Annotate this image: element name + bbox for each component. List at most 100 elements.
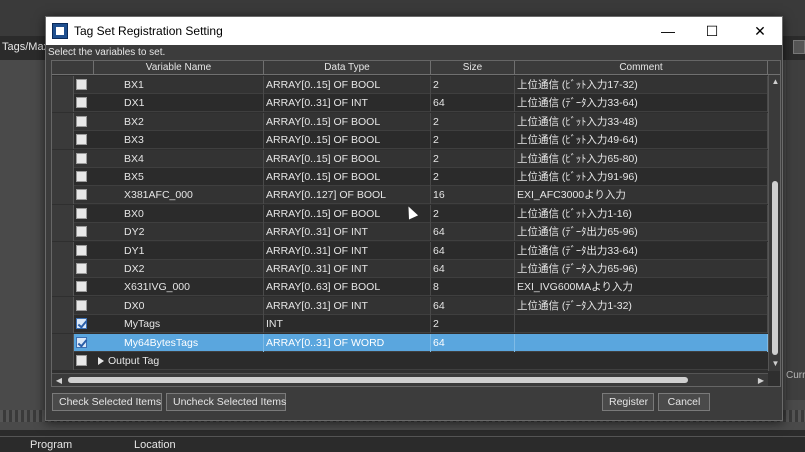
row-checkbox[interactable] xyxy=(76,189,87,201)
cell-size: 2 xyxy=(431,168,515,186)
row-selector[interactable] xyxy=(52,112,74,131)
cell-data-type: ARRAY[0..31] OF INT xyxy=(264,296,431,315)
row-checkbox[interactable] xyxy=(76,207,87,219)
row-checkbox[interactable] xyxy=(76,299,87,311)
row-checkbox[interactable] xyxy=(76,226,87,238)
cell-size: 2 xyxy=(431,315,515,334)
header-size[interactable]: Size xyxy=(431,61,515,75)
cell-size: 64 xyxy=(431,333,515,352)
background-button[interactable] xyxy=(793,40,805,54)
cell-data-type: ARRAY[0..15] OF BOOL xyxy=(264,168,431,186)
header-variable-name[interactable]: Variable Name xyxy=(94,61,264,75)
cell-comment: 上位通信 (ﾃﾞｰﾀ入力33-64) xyxy=(515,94,768,113)
row-selector[interactable] xyxy=(52,315,74,334)
maximize-button[interactable]: ☐ xyxy=(690,17,734,45)
group-row-output-tag[interactable]: Output Tag xyxy=(52,352,768,370)
row-checkbox[interactable] xyxy=(76,263,87,274)
table-row[interactable]: BX3 ARRAY[0..15] OF BOOL 2 上位通信 (ﾋﾞｯﾄ入力49-6… xyxy=(52,131,768,150)
vertical-scrollbar[interactable]: ▲ ▼ xyxy=(768,75,780,371)
row-checkbox[interactable] xyxy=(76,244,87,256)
table-row[interactable]: BX5 ARRAY[0..15] OF BOOL 2 上位通信 (ﾋﾞｯﾄ入力91-9… xyxy=(52,168,768,186)
background-status-bar: Program Location xyxy=(0,436,805,452)
cell-size: 16 xyxy=(431,186,515,205)
tag-set-registration-dialog: Tag Set Registration Setting — ☐ ✕ Selec… xyxy=(45,16,783,421)
register-button[interactable]: Register xyxy=(602,393,654,411)
expand-arrow-icon[interactable] xyxy=(98,357,104,365)
cell-comment: 上位通信 (ﾋﾞｯﾄ入力65-80) xyxy=(515,149,768,168)
row-selector[interactable] xyxy=(52,241,74,260)
cell-data-type: ARRAY[0..15] OF BOOL xyxy=(264,76,431,94)
row-selector[interactable] xyxy=(52,94,74,113)
row-selector[interactable] xyxy=(52,223,74,242)
header-comment[interactable]: Comment xyxy=(515,61,768,75)
cell-comment: 上位通信 (ﾃﾞｰﾀ入力1-32) xyxy=(515,296,768,315)
table-row[interactable]: MyTags INT 2 xyxy=(52,315,768,334)
row-selector[interactable] xyxy=(52,168,74,186)
row-selector[interactable] xyxy=(52,296,74,315)
group-checkbox[interactable] xyxy=(76,355,87,366)
cell-data-type: ARRAY[0..63] OF BOOL xyxy=(264,278,431,297)
cell-comment: 上位通信 (ﾋﾞｯﾄ入力91-96) xyxy=(515,168,768,186)
cell-data-type: ARRAY[0..31] OF INT xyxy=(264,260,431,278)
row-checkbox[interactable] xyxy=(76,115,87,127)
scroll-down-icon[interactable]: ▼ xyxy=(769,357,780,371)
cell-variable-name: BX0 xyxy=(94,204,264,223)
horizontal-scroll-thumb[interactable] xyxy=(68,377,688,383)
cell-data-type: INT xyxy=(264,315,431,334)
vertical-scroll-thumb[interactable] xyxy=(772,181,778,355)
row-checkbox[interactable] xyxy=(76,171,87,182)
table-row[interactable]: BX2 ARRAY[0..15] OF BOOL 2 上位通信 (ﾋﾞｯﾄ入力33-4… xyxy=(52,112,768,131)
row-checkbox[interactable] xyxy=(76,134,87,146)
row-checkbox[interactable] xyxy=(76,79,87,90)
cell-size: 2 xyxy=(431,76,515,94)
scroll-left-icon[interactable]: ◀ xyxy=(52,374,66,386)
cell-variable-name: DX2 xyxy=(94,260,264,278)
minimize-button[interactable]: — xyxy=(646,17,690,45)
cell-size: 2 xyxy=(431,112,515,131)
dialog-titlebar[interactable]: Tag Set Registration Setting — ☐ ✕ xyxy=(46,17,782,45)
table-row[interactable]: BX1 ARRAY[0..15] OF BOOL 2 上位通信 (ﾋﾞｯﾄ入力17-3… xyxy=(52,76,768,94)
check-selected-items-button[interactable]: Check Selected Items xyxy=(52,393,162,411)
table-row[interactable]: X631IVG_000 ARRAY[0..63] OF BOOL 8 EXI_IVG6… xyxy=(52,278,768,297)
header-data-type[interactable]: Data Type xyxy=(264,61,431,75)
table-row[interactable]: DX2 ARRAY[0..31] OF INT 64 上位通信 (ﾃﾞｰﾀ入力65-9… xyxy=(52,260,768,278)
table-row[interactable]: DY1 ARRAY[0..31] OF INT 64 上位通信 (ﾃﾞｰﾀ出力33-6… xyxy=(52,241,768,260)
table-row[interactable]: DY2 ARRAY[0..31] OF INT 64 上位通信 (ﾃﾞｰﾀ出力65-9… xyxy=(52,223,768,242)
cell-comment xyxy=(515,315,768,334)
row-selector[interactable] xyxy=(52,204,74,223)
row-selector[interactable] xyxy=(52,76,74,94)
cell-size: 8 xyxy=(431,278,515,297)
table-row[interactable]: DX0 ARRAY[0..31] OF INT 64 上位通信 (ﾃﾞｰﾀ入力1-32… xyxy=(52,296,768,315)
row-selector[interactable] xyxy=(52,131,74,150)
row-selector[interactable] xyxy=(52,149,74,168)
cell-size: 64 xyxy=(431,94,515,113)
table-row[interactable]: My64BytesTags ARRAY[0..31] OF WORD 64 xyxy=(52,333,768,352)
row-checkbox[interactable] xyxy=(76,336,87,348)
cell-size: 2 xyxy=(431,204,515,223)
cell-data-type: ARRAY[0..31] OF INT xyxy=(264,94,431,113)
cell-comment: 上位通信 (ﾃﾞｰﾀ入力65-96) xyxy=(515,260,768,278)
scroll-up-icon[interactable]: ▲ xyxy=(769,75,780,89)
row-checkbox[interactable] xyxy=(76,281,87,293)
background-tab[interactable]: Tags/Max xyxy=(0,38,46,56)
row-selector[interactable] xyxy=(52,352,74,370)
horizontal-scrollbar[interactable]: ◀ ▶ xyxy=(52,373,768,386)
row-checkbox[interactable] xyxy=(76,318,87,330)
grid-header: Variable Name Data Type Size Comment xyxy=(52,61,780,75)
status-location: Location xyxy=(134,439,176,451)
row-checkbox[interactable] xyxy=(76,152,87,164)
row-selector[interactable] xyxy=(52,278,74,297)
table-row[interactable]: X381AFC_000 ARRAY[0..127] OF BOOL 16 EXI_AF… xyxy=(52,186,768,205)
row-selector[interactable] xyxy=(52,333,74,352)
row-selector[interactable] xyxy=(52,186,74,205)
scroll-right-icon[interactable]: ▶ xyxy=(754,374,768,386)
close-button[interactable]: ✕ xyxy=(738,17,782,45)
row-checkbox[interactable] xyxy=(76,97,87,109)
cancel-button[interactable]: Cancel xyxy=(658,393,710,411)
cell-comment: 上位通信 (ﾋﾞｯﾄ入力49-64) xyxy=(515,131,768,150)
uncheck-selected-items-button[interactable]: Uncheck Selected Items xyxy=(166,393,286,411)
table-row[interactable]: BX4 ARRAY[0..15] OF BOOL 2 上位通信 (ﾋﾞｯﾄ入力65-8… xyxy=(52,149,768,168)
table-row[interactable]: DX1 ARRAY[0..31] OF INT 64 上位通信 (ﾃﾞｰﾀ入力33-6… xyxy=(52,94,768,113)
row-selector[interactable] xyxy=(52,260,74,278)
cell-data-type: ARRAY[0..31] OF WORD xyxy=(264,333,431,352)
